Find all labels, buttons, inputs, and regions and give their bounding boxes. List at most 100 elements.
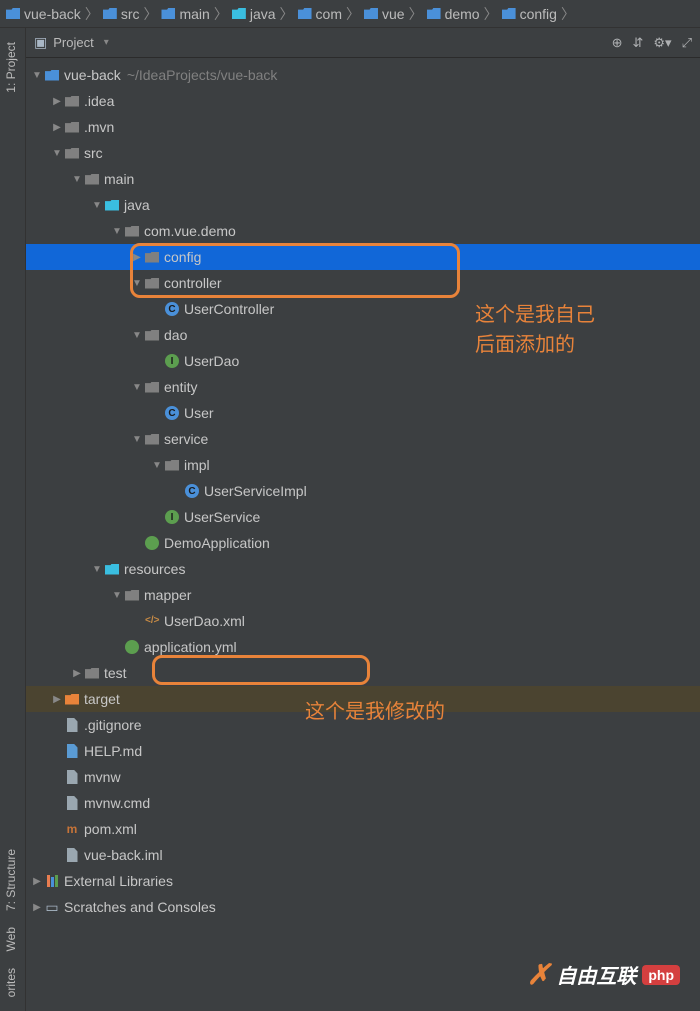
tree-row[interactable]: dao [26, 322, 700, 348]
expand-arrow-icon[interactable] [50, 96, 64, 107]
folder-icon [427, 8, 441, 19]
collapse-icon[interactable]: ⇵ [633, 35, 644, 51]
tree-row[interactable]: java [26, 192, 700, 218]
breadcrumb-item-0[interactable]: vue-back [6, 6, 81, 22]
tab-web[interactable]: Web [0, 919, 22, 959]
tree-row[interactable]: CUserController [26, 296, 700, 322]
chevron-right-icon: 〉 [280, 4, 294, 24]
breadcrumb-item-3[interactable]: java [232, 6, 276, 22]
file-icon [67, 770, 78, 784]
tree-row[interactable]: target [26, 686, 700, 712]
breadcrumb-item-7[interactable]: config [502, 6, 557, 22]
tree-row[interactable]: CUserServiceImpl [26, 478, 700, 504]
tree-row[interactable]: .idea [26, 88, 700, 114]
tree-row[interactable]: HELP.md [26, 738, 700, 764]
tree-label: UserService [184, 509, 260, 525]
file-icon [67, 718, 78, 732]
breadcrumb-item-1[interactable]: src [103, 6, 140, 22]
breadcrumb-item-4[interactable]: com [298, 6, 342, 22]
interface-icon: I [165, 510, 179, 524]
expand-arrow-icon[interactable] [110, 226, 124, 237]
tab-favorites[interactable]: orites [0, 960, 22, 1005]
tree-row[interactable]: mapper [26, 582, 700, 608]
project-tree[interactable]: vue-back ~/IdeaProjects/vue-back .idea.m… [26, 58, 700, 1011]
expand-arrow-icon[interactable] [50, 694, 64, 705]
tree-row[interactable]: vue-back.iml [26, 842, 700, 868]
chevron-right-icon: 〉 [561, 4, 575, 24]
expand-arrow-icon[interactable] [30, 70, 44, 81]
expand-arrow-icon[interactable] [130, 330, 144, 341]
panel-title[interactable]: Project [53, 35, 93, 50]
chevron-right-icon: 〉 [85, 4, 99, 24]
breadcrumb-item-2[interactable]: main [161, 6, 209, 22]
target-icon[interactable]: ⊕ [612, 35, 623, 51]
tree-row[interactable]: DemoApplication [26, 530, 700, 556]
chevron-down-icon[interactable]: ▾ [104, 37, 109, 48]
tree-row[interactable]: controller [26, 270, 700, 296]
tree-row[interactable]: </>UserDao.xml [26, 608, 700, 634]
expand-arrow-icon[interactable] [130, 278, 144, 289]
tree-label: controller [164, 275, 222, 291]
tree-row[interactable]: mvnw [26, 764, 700, 790]
maven-icon: m [67, 822, 78, 836]
folder-icon [145, 278, 159, 289]
expand-arrow-icon[interactable] [50, 148, 64, 159]
expand-arrow-icon[interactable] [30, 876, 44, 887]
expand-arrow-icon[interactable] [150, 460, 164, 471]
expand-arrow-icon[interactable] [70, 174, 84, 185]
tree-row[interactable]: mpom.xml [26, 816, 700, 842]
expand-arrow-icon[interactable] [30, 902, 44, 913]
tree-row[interactable]: entity [26, 374, 700, 400]
tree-row[interactable]: test [26, 660, 700, 686]
tree-row[interactable]: resources [26, 556, 700, 582]
tree-row[interactable]: .mvn [26, 114, 700, 140]
tree-row[interactable]: config [26, 244, 700, 270]
expand-arrow-icon[interactable] [130, 434, 144, 445]
tree-row[interactable]: I UserService [26, 504, 700, 530]
expand-arrow-icon[interactable] [110, 590, 124, 601]
tab-project[interactable]: 1: Project [0, 34, 22, 101]
tree-row[interactable]: application.yml [26, 634, 700, 660]
external-libraries[interactable]: External Libraries [26, 868, 700, 894]
tree-row[interactable]: com.vue.demo [26, 218, 700, 244]
tree-root[interactable]: vue-back ~/IdeaProjects/vue-back [26, 62, 700, 88]
tree-row[interactable]: .gitignore [26, 712, 700, 738]
breadcrumb-label: demo [445, 6, 480, 22]
breadcrumb-item-5[interactable]: vue [364, 6, 405, 22]
tree-label: src [84, 145, 103, 161]
tree-row[interactable]: main [26, 166, 700, 192]
tree-label: mvnw.cmd [84, 795, 150, 811]
folder-icon [298, 8, 312, 19]
yml-icon [125, 640, 139, 654]
expand-arrow-icon[interactable] [130, 252, 144, 263]
folder-icon [125, 226, 139, 237]
folder-icon [65, 96, 79, 107]
chevron-right-icon: 〉 [346, 4, 360, 24]
tab-structure[interactable]: 7: Structure [0, 841, 22, 919]
tree-row[interactable]: service [26, 426, 700, 452]
gear-icon[interactable]: ⚙▾ [653, 35, 671, 51]
expand-arrow-icon[interactable] [130, 382, 144, 393]
breadcrumb-label: java [250, 6, 276, 22]
expand-arrow-icon[interactable] [90, 564, 104, 575]
x-icon: ✗ [527, 958, 550, 991]
tree-row[interactable]: src [26, 140, 700, 166]
tree-label: HELP.md [84, 743, 142, 759]
tree-label: target [84, 691, 120, 707]
expand-arrow-icon[interactable] [90, 200, 104, 211]
tree-label: UserDao.xml [164, 613, 245, 629]
scratches-consoles[interactable]: ▭ Scratches and Consoles [26, 894, 700, 920]
expand-arrow-icon[interactable] [50, 122, 64, 133]
tree-label: UserDao [184, 353, 239, 369]
tree-label: com.vue.demo [144, 223, 236, 239]
tree-row[interactable]: IUserDao [26, 348, 700, 374]
hide-icon[interactable]: ⤢ [682, 35, 692, 51]
breadcrumb-item-6[interactable]: demo [427, 6, 480, 22]
expand-arrow-icon[interactable] [70, 668, 84, 679]
file-icon [67, 796, 78, 810]
tree-row[interactable]: mvnw.cmd [26, 790, 700, 816]
tree-row[interactable]: impl [26, 452, 700, 478]
folder-icon [145, 382, 159, 393]
tree-row[interactable]: CUser [26, 400, 700, 426]
tree-label: UserServiceImpl [204, 483, 307, 499]
